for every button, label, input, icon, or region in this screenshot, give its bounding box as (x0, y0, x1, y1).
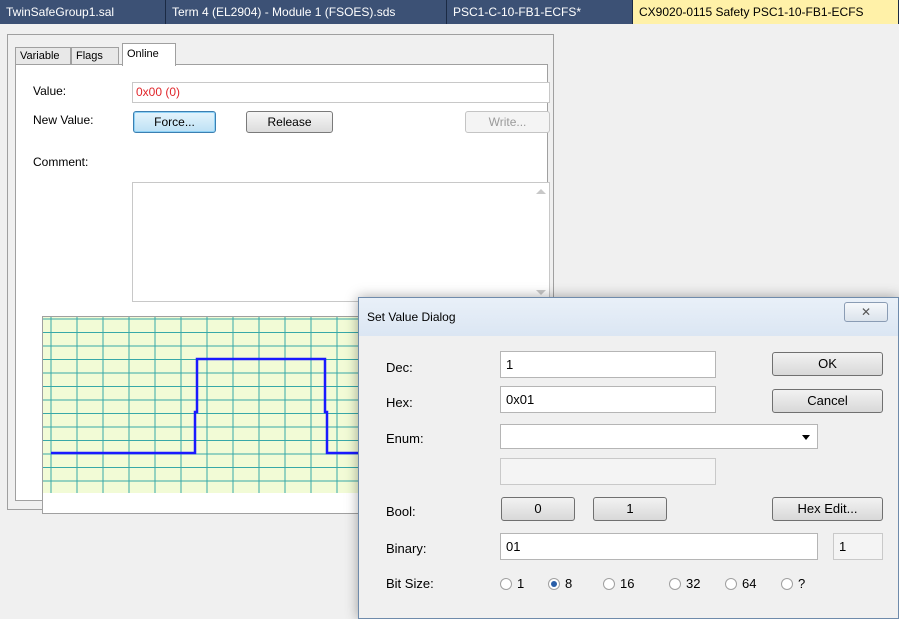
radio-icon[interactable] (669, 578, 681, 590)
doc-tab-cx9020-safety[interactable]: CX9020-0115 Safety PSC1-10-FB1-ECFS (633, 0, 899, 24)
hex-input[interactable]: 0x01 (500, 386, 716, 413)
chevron-down-icon (802, 435, 810, 440)
enum-label: Enum: (386, 431, 424, 446)
dec-input[interactable]: 1 (500, 351, 716, 378)
cancel-button[interactable]: Cancel (772, 389, 883, 413)
bitsize-radio-64[interactable]: 64 (725, 575, 756, 593)
radio-selected-icon[interactable] (548, 578, 560, 590)
binary-label: Binary: (386, 541, 427, 556)
bitsize-radio-8[interactable]: 8 (548, 575, 572, 593)
bitsize-1-label: 1 (517, 576, 525, 591)
bitsize-32-label: 32 (686, 576, 701, 591)
bitsize-unknown-label: ? (798, 576, 806, 591)
release-button[interactable]: Release (246, 111, 333, 133)
hex-edit-button[interactable]: Hex Edit... (772, 497, 883, 521)
write-button[interactable]: Write... (465, 111, 550, 133)
value-field: 0x00 (0) (132, 82, 550, 103)
bitsize-16-label: 16 (620, 576, 635, 591)
radio-icon[interactable] (725, 578, 737, 590)
document-tab-bar: TwinSafeGroup1.sal Term 4 (EL2904) - Mod… (0, 0, 899, 24)
bitsize-radio-unknown[interactable]: ? (781, 575, 805, 593)
enum-dropdown[interactable] (500, 424, 818, 449)
radio-icon[interactable] (603, 578, 615, 590)
bitsize-label: Bit Size: (386, 576, 434, 591)
close-icon[interactable]: ✕ (844, 302, 888, 322)
binary-input[interactable]: 01 (500, 533, 818, 560)
force-button[interactable]: Force... (133, 111, 216, 133)
dec-label: Dec: (386, 360, 413, 375)
bitsize-8-label: 8 (565, 576, 573, 591)
value-label: Value: (33, 84, 67, 98)
bitsize-radio-16[interactable]: 16 (603, 575, 634, 593)
new-value-label: New Value: (33, 113, 94, 127)
doc-tab-psc1[interactable]: PSC1-C-10-FB1-ECFS* (447, 0, 633, 24)
bool-label: Bool: (386, 504, 416, 519)
set-value-dialog: Set Value Dialog ✕ Dec: 1 OK Hex: 0x01 C… (358, 297, 899, 619)
scroll-down-arrow-icon[interactable] (536, 290, 546, 295)
doc-tab-twinsafegroup[interactable]: TwinSafeGroup1.sal (0, 0, 166, 24)
comment-textarea[interactable] (132, 182, 550, 302)
enum-description-field (500, 458, 716, 485)
bitsize-radio-1[interactable]: 1 (500, 575, 524, 593)
comment-label: Comment: (33, 155, 89, 169)
dialog-title: Set Value Dialog (367, 310, 456, 324)
comment-scrollbar[interactable] (532, 183, 549, 301)
tab-variable[interactable]: Variable (15, 47, 71, 65)
dialog-body: Dec: 1 OK Hex: 0x01 Cancel Enum: Bool: 0… (367, 336, 890, 612)
radio-icon[interactable] (781, 578, 793, 590)
binary-length-field: 1 (833, 533, 883, 560)
bitsize-radio-32[interactable]: 32 (669, 575, 700, 593)
bool-false-button[interactable]: 0 (501, 497, 575, 521)
ok-button[interactable]: OK (772, 352, 883, 376)
tab-flags[interactable]: Flags (71, 47, 119, 65)
scroll-up-arrow-icon[interactable] (536, 189, 546, 194)
radio-icon[interactable] (500, 578, 512, 590)
hex-label: Hex: (386, 395, 413, 410)
doc-tab-term4-module[interactable]: Term 4 (EL2904) - Module 1 (FSOES).sds (166, 0, 447, 24)
bitsize-64-label: 64 (742, 576, 757, 591)
tab-online[interactable]: Online (122, 43, 176, 66)
bool-true-button[interactable]: 1 (593, 497, 667, 521)
dialog-titlebar: Set Value Dialog ✕ (359, 298, 898, 336)
